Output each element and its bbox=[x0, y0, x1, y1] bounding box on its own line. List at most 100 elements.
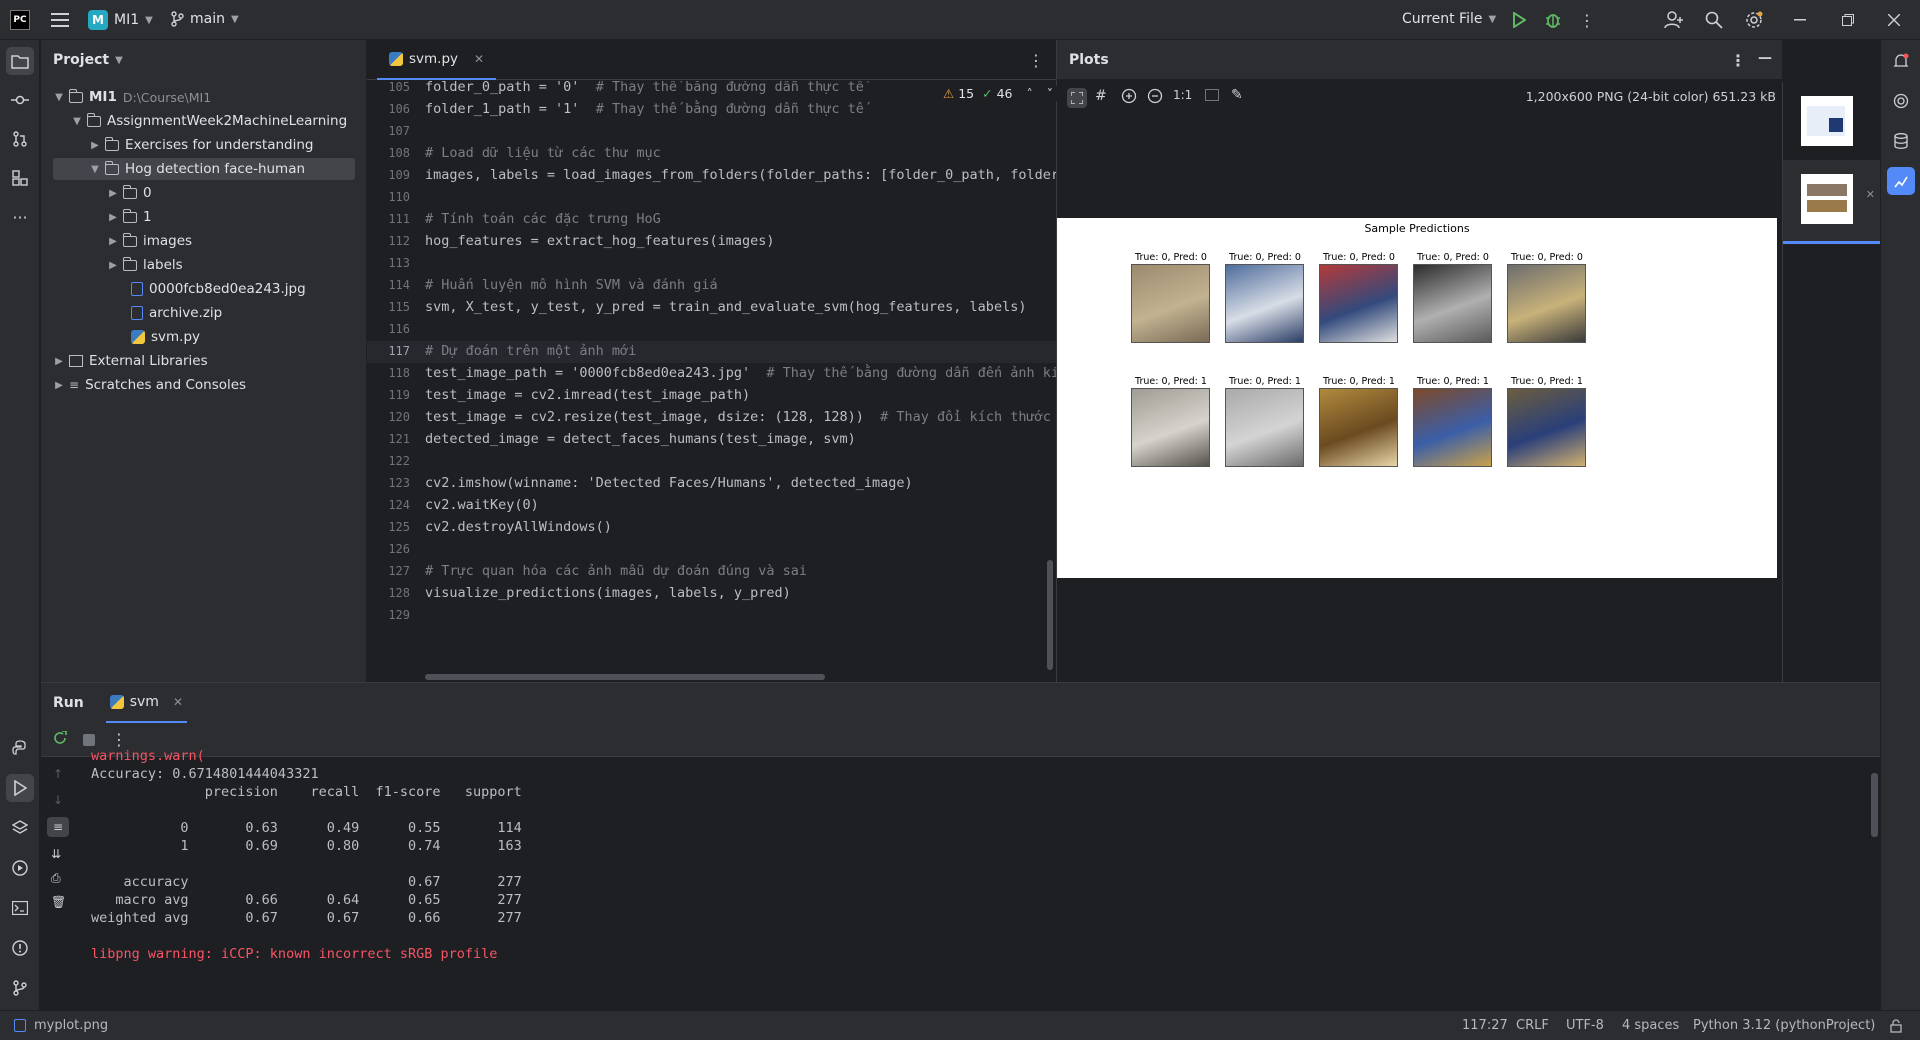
grid-icon[interactable]: # bbox=[1095, 88, 1107, 104]
chevron-down-icon[interactable]: ˅ bbox=[1047, 86, 1053, 101]
tree-item-svm-py[interactable]: svm.py bbox=[131, 326, 200, 348]
line-separator[interactable]: CRLF bbox=[1516, 1018, 1549, 1033]
caret-position[interactable]: 117:27 bbox=[1462, 1018, 1508, 1033]
code-line[interactable]: cv2.destroyAllWindows() bbox=[425, 519, 612, 535]
code-line[interactable]: test_image_path = '0000fcb8ed0ea243.jpg'… bbox=[425, 365, 1056, 381]
project-selector[interactable]: M MI1 ▼ bbox=[88, 10, 153, 30]
background-icon[interactable] bbox=[1205, 89, 1219, 101]
code-line[interactable]: # Tính toán các đặc trưng HoG bbox=[425, 211, 661, 227]
stop-icon[interactable] bbox=[83, 733, 95, 746]
scroll-down-icon[interactable]: ↓ bbox=[53, 793, 63, 807]
close-window-icon[interactable] bbox=[1884, 10, 1904, 30]
run-tab-svm[interactable]: svm ✕ bbox=[105, 683, 187, 723]
commit-tool-icon[interactable] bbox=[6, 86, 34, 114]
minimize-panel-icon[interactable]: — bbox=[1758, 50, 1772, 66]
add-user-icon[interactable] bbox=[1664, 10, 1684, 30]
more-actions-icon[interactable]: ⋮ bbox=[1730, 51, 1746, 70]
vertical-scrollbar[interactable] bbox=[1047, 560, 1053, 670]
console-output[interactable]: warnings.warn(Accuracy: 0.67148014440433… bbox=[91, 748, 1861, 1009]
tree-item-folder-1[interactable]: ▶ 1 bbox=[107, 206, 152, 228]
tree-item-archive[interactable]: archive.zip bbox=[131, 302, 222, 324]
sciview-plots-icon[interactable] bbox=[1887, 167, 1915, 195]
chevron-right-icon[interactable]: ▶ bbox=[53, 356, 65, 367]
chevron-down-icon[interactable]: ▼ bbox=[53, 92, 65, 103]
tree-item-folder-0[interactable]: ▶ 0 bbox=[107, 182, 152, 204]
close-icon[interactable]: ✕ bbox=[173, 695, 183, 709]
code-line[interactable]: test_image = cv2.imread(test_image_path) bbox=[425, 387, 750, 403]
code-line[interactable]: folder_1_path = '1' # Thay thế bằng đườn… bbox=[425, 101, 864, 117]
scroll-to-end-icon[interactable]: ⇊ bbox=[51, 847, 61, 861]
print-icon[interactable]: ⎙ bbox=[51, 871, 61, 886]
minimize-window-icon[interactable] bbox=[1790, 10, 1810, 30]
actual-size-button[interactable]: 1:1 bbox=[1173, 88, 1192, 102]
code-line[interactable]: # Trực quan hóa các ảnh mẫu dự đoán đúng… bbox=[425, 563, 807, 579]
close-icon[interactable]: ✕ bbox=[474, 52, 484, 66]
tree-item-mi1[interactable]: ▼ MI1 D:\Course\MI1 bbox=[53, 86, 211, 108]
scroll-up-icon[interactable]: ↑ bbox=[53, 767, 63, 781]
chevron-right-icon[interactable]: ▶ bbox=[107, 188, 119, 199]
notifications-icon[interactable] bbox=[1887, 47, 1915, 75]
chevron-down-icon[interactable]: ▼ bbox=[89, 164, 101, 175]
code-line[interactable]: images, labels = load_images_from_folder… bbox=[425, 167, 1056, 183]
chevron-right-icon[interactable]: ▶ bbox=[107, 212, 119, 223]
chevron-down-icon[interactable]: ▼ bbox=[71, 116, 83, 127]
tree-item-external-libraries[interactable]: ▶ External Libraries bbox=[53, 350, 207, 372]
lock-icon[interactable] bbox=[1890, 1019, 1902, 1037]
status-file-name[interactable]: myplot.png bbox=[34, 1018, 108, 1033]
plot-thumbnail-2[interactable]: ✕ bbox=[1783, 160, 1881, 244]
settings-gear-icon[interactable] bbox=[1744, 10, 1764, 30]
tree-item-images[interactable]: ▶ images bbox=[107, 230, 192, 252]
file-encoding[interactable]: UTF-8 bbox=[1566, 1018, 1604, 1033]
code-line[interactable]: # Dự đoán trên một ảnh mới bbox=[425, 343, 636, 359]
rerun-icon[interactable] bbox=[53, 729, 67, 749]
zoom-out-icon[interactable] bbox=[1147, 88, 1163, 108]
structure-icon[interactable] bbox=[6, 164, 34, 192]
code-line[interactable]: # Load dữ liệu từ các thư mục bbox=[425, 145, 661, 161]
color-picker-icon[interactable]: ✎ bbox=[1231, 87, 1243, 103]
fit-to-window-icon[interactable] bbox=[1067, 88, 1087, 108]
chevron-right-icon[interactable]: ▶ bbox=[53, 380, 65, 391]
layers-icon[interactable] bbox=[6, 814, 34, 842]
code-line[interactable]: detected_image = detect_faces_humans(tes… bbox=[425, 431, 856, 447]
soft-wrap-icon[interactable]: ≡ bbox=[47, 817, 69, 837]
code-area[interactable]: 105 folder_0_path = '0' # Thay thế bằng đ… bbox=[367, 81, 1056, 681]
code-line[interactable]: visualize_predictions(images, labels, y_… bbox=[425, 585, 791, 601]
ai-assistant-icon[interactable] bbox=[1887, 87, 1915, 115]
code-line[interactable]: # Huấn luyện mô hình SVM và đánh giá bbox=[425, 277, 718, 293]
chevron-up-icon[interactable]: ˄ bbox=[1027, 86, 1033, 101]
run-tool-icon[interactable] bbox=[6, 774, 34, 802]
code-line[interactable]: cv2.imshow(winname: 'Detected Faces/Huma… bbox=[425, 475, 913, 491]
plot-thumbnail-1[interactable] bbox=[1801, 96, 1853, 146]
python-packages-icon[interactable] bbox=[6, 734, 34, 762]
zoom-in-icon[interactable] bbox=[1121, 88, 1137, 108]
services-icon[interactable] bbox=[6, 854, 34, 882]
problems-icon[interactable] bbox=[6, 934, 34, 962]
version-control-icon[interactable] bbox=[6, 974, 34, 1002]
tab-svm-py[interactable]: svm.py ✕ bbox=[377, 40, 497, 80]
horizontal-scrollbar[interactable] bbox=[425, 674, 825, 680]
close-icon[interactable]: ✕ bbox=[1866, 188, 1875, 201]
chevron-right-icon[interactable]: ▶ bbox=[89, 140, 101, 151]
python-interpreter[interactable]: Python 3.12 (pythonProject) bbox=[1693, 1018, 1875, 1033]
code-line[interactable]: cv2.waitKey(0) bbox=[425, 497, 539, 513]
code-line[interactable]: folder_0_path = '0' # Thay thế bằng đườn… bbox=[425, 81, 864, 95]
terminal-icon[interactable] bbox=[6, 894, 34, 922]
pull-requests-icon[interactable] bbox=[6, 125, 34, 153]
database-icon[interactable] bbox=[1887, 127, 1915, 155]
tree-item-scratches[interactable]: ▶ ≡ Scratches and Consoles bbox=[53, 374, 246, 396]
chevron-right-icon[interactable]: ▶ bbox=[107, 236, 119, 247]
inspection-widget[interactable]: ⚠ 15 ✓ 46 ˄ ˅ bbox=[939, 86, 1058, 101]
more-actions-icon[interactable]: ⋮ bbox=[1028, 51, 1044, 70]
branch-selector[interactable]: main ▼ bbox=[170, 11, 239, 27]
tree-item-exercises[interactable]: ▶ Exercises for understanding bbox=[89, 134, 314, 156]
project-panel-header[interactable]: Project ▼ bbox=[41, 40, 366, 80]
tree-item-hog-detection[interactable]: ▼ Hog detection face-human bbox=[53, 158, 355, 180]
search-icon[interactable] bbox=[1704, 10, 1724, 30]
clear-trash-icon[interactable]: 🗑 bbox=[51, 895, 66, 909]
indent-setting[interactable]: 4 spaces bbox=[1622, 1018, 1679, 1033]
more-actions-icon[interactable]: ⋮ bbox=[1578, 10, 1596, 30]
project-tool-icon[interactable] bbox=[6, 47, 34, 75]
chevron-right-icon[interactable]: ▶ bbox=[107, 260, 119, 271]
debug-icon[interactable] bbox=[1544, 11, 1562, 29]
main-menu-icon[interactable] bbox=[50, 10, 70, 30]
